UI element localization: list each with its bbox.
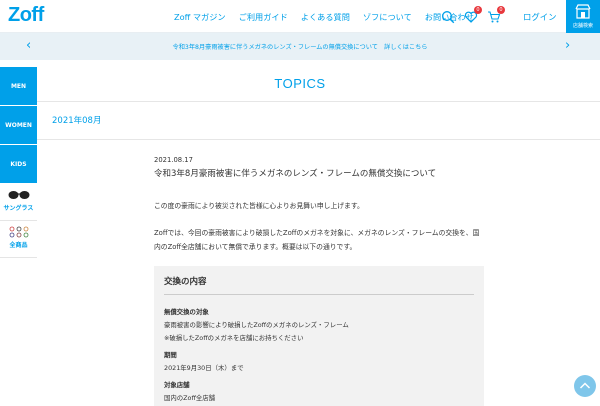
article-paragraph: この度の豪雨により被災された皆様に心よりお見舞い申し上げます。: [154, 202, 364, 210]
glasses-grid-icon: [9, 226, 28, 238]
favorites-heart-icon[interactable]: 0: [464, 6, 482, 23]
period-text: 2021年9月30日（木）まで: [164, 364, 244, 372]
zoff-logo[interactable]: Zoff: [8, 4, 44, 27]
sidebar-item-women[interactable]: WOMEN: [0, 106, 37, 145]
details-heading: 交換の内容: [164, 277, 207, 287]
nav-user-guide[interactable]: ご利用ガイド: [239, 11, 288, 23]
divider: [37, 139, 600, 140]
global-nav: Zoff マガジン ご利用ガイド よくある質問 ゾフについて お問い合わせ: [174, 11, 474, 23]
store-search-label: 店舗検索: [572, 23, 593, 29]
store-icon: [575, 4, 591, 19]
divider: [37, 101, 600, 102]
nav-zoff-magazine[interactable]: Zoff マガジン: [174, 11, 226, 23]
nav-about-zoff[interactable]: ゾフについて: [363, 11, 412, 23]
cart-icon[interactable]: 0: [487, 6, 505, 23]
sunglasses-label: サングラス: [3, 205, 34, 212]
banner-next-arrow-icon[interactable]: ›: [565, 39, 570, 53]
target-text: 豪雨被害の影響により破損したZoffのメガネのレンズ・フレーム: [164, 321, 349, 329]
category-sidebar: MEN WOMEN KIDS サングラス 全商品: [0, 67, 37, 258]
stores-label: 対象店舗: [164, 381, 190, 389]
cart-count-badge: 0: [497, 6, 505, 14]
divider: [164, 294, 474, 295]
article-date: 2021.08.17: [154, 156, 193, 164]
article: 2021.08.17 令和3年8月豪雨被害に伴うメガネのレンズ・フレームの無償交…: [154, 156, 484, 251]
nav-faq[interactable]: よくある質問: [301, 11, 350, 23]
target-label: 無償交換の対象: [164, 308, 209, 316]
search-icon[interactable]: [441, 9, 455, 24]
period-label: 期間: [164, 351, 177, 359]
store-search-button[interactable]: 店舗検索: [566, 0, 600, 33]
sidebar-item-kids[interactable]: KIDS: [0, 145, 37, 184]
article-title: 令和3年8月豪雨被害に伴うメガネのレンズ・フレームの無償交換について: [154, 169, 437, 179]
month-heading: 2021年08月: [52, 116, 102, 126]
favorites-count-badge: 0: [474, 6, 482, 14]
login-link[interactable]: ログイン: [523, 11, 557, 23]
banner-link[interactable]: 令和3年8月豪雨被害に伴うメガネのレンズ・フレームの無償交換について 詳しくはこ…: [0, 42, 600, 51]
sidebar-item-sunglasses[interactable]: サングラス: [0, 184, 37, 221]
exchange-details-box: 交換の内容 無償交換の対象 豪雨被害の影響により破損したZoffのメガネのレンズ…: [154, 266, 484, 406]
site-header: Zoff Zoff マガジン ご利用ガイド よくある質問 ゾフについて お問い合…: [0, 0, 600, 33]
announcement-banner: ‹ 令和3年8月豪雨被害に伴うメガネのレンズ・フレームの無償交換について 詳しく…: [0, 33, 600, 60]
back-to-top-button[interactable]: [574, 375, 596, 397]
chevron-up-icon: [579, 382, 591, 389]
page-title: TOPICS: [274, 76, 326, 91]
sidebar-item-all-products[interactable]: 全商品: [0, 221, 37, 258]
stores-text: 国内のZoff全店舗: [164, 394, 216, 402]
all-products-label: 全商品: [9, 242, 28, 249]
article-paragraph: Zoffでは、今回の豪雨被害により破損したZoffのメガネを対象に、メガネのレン…: [154, 229, 480, 251]
sunglasses-icon: [8, 191, 29, 199]
target-note: ※破損したZoffのメガネを店舗にお持ちください: [164, 334, 304, 342]
